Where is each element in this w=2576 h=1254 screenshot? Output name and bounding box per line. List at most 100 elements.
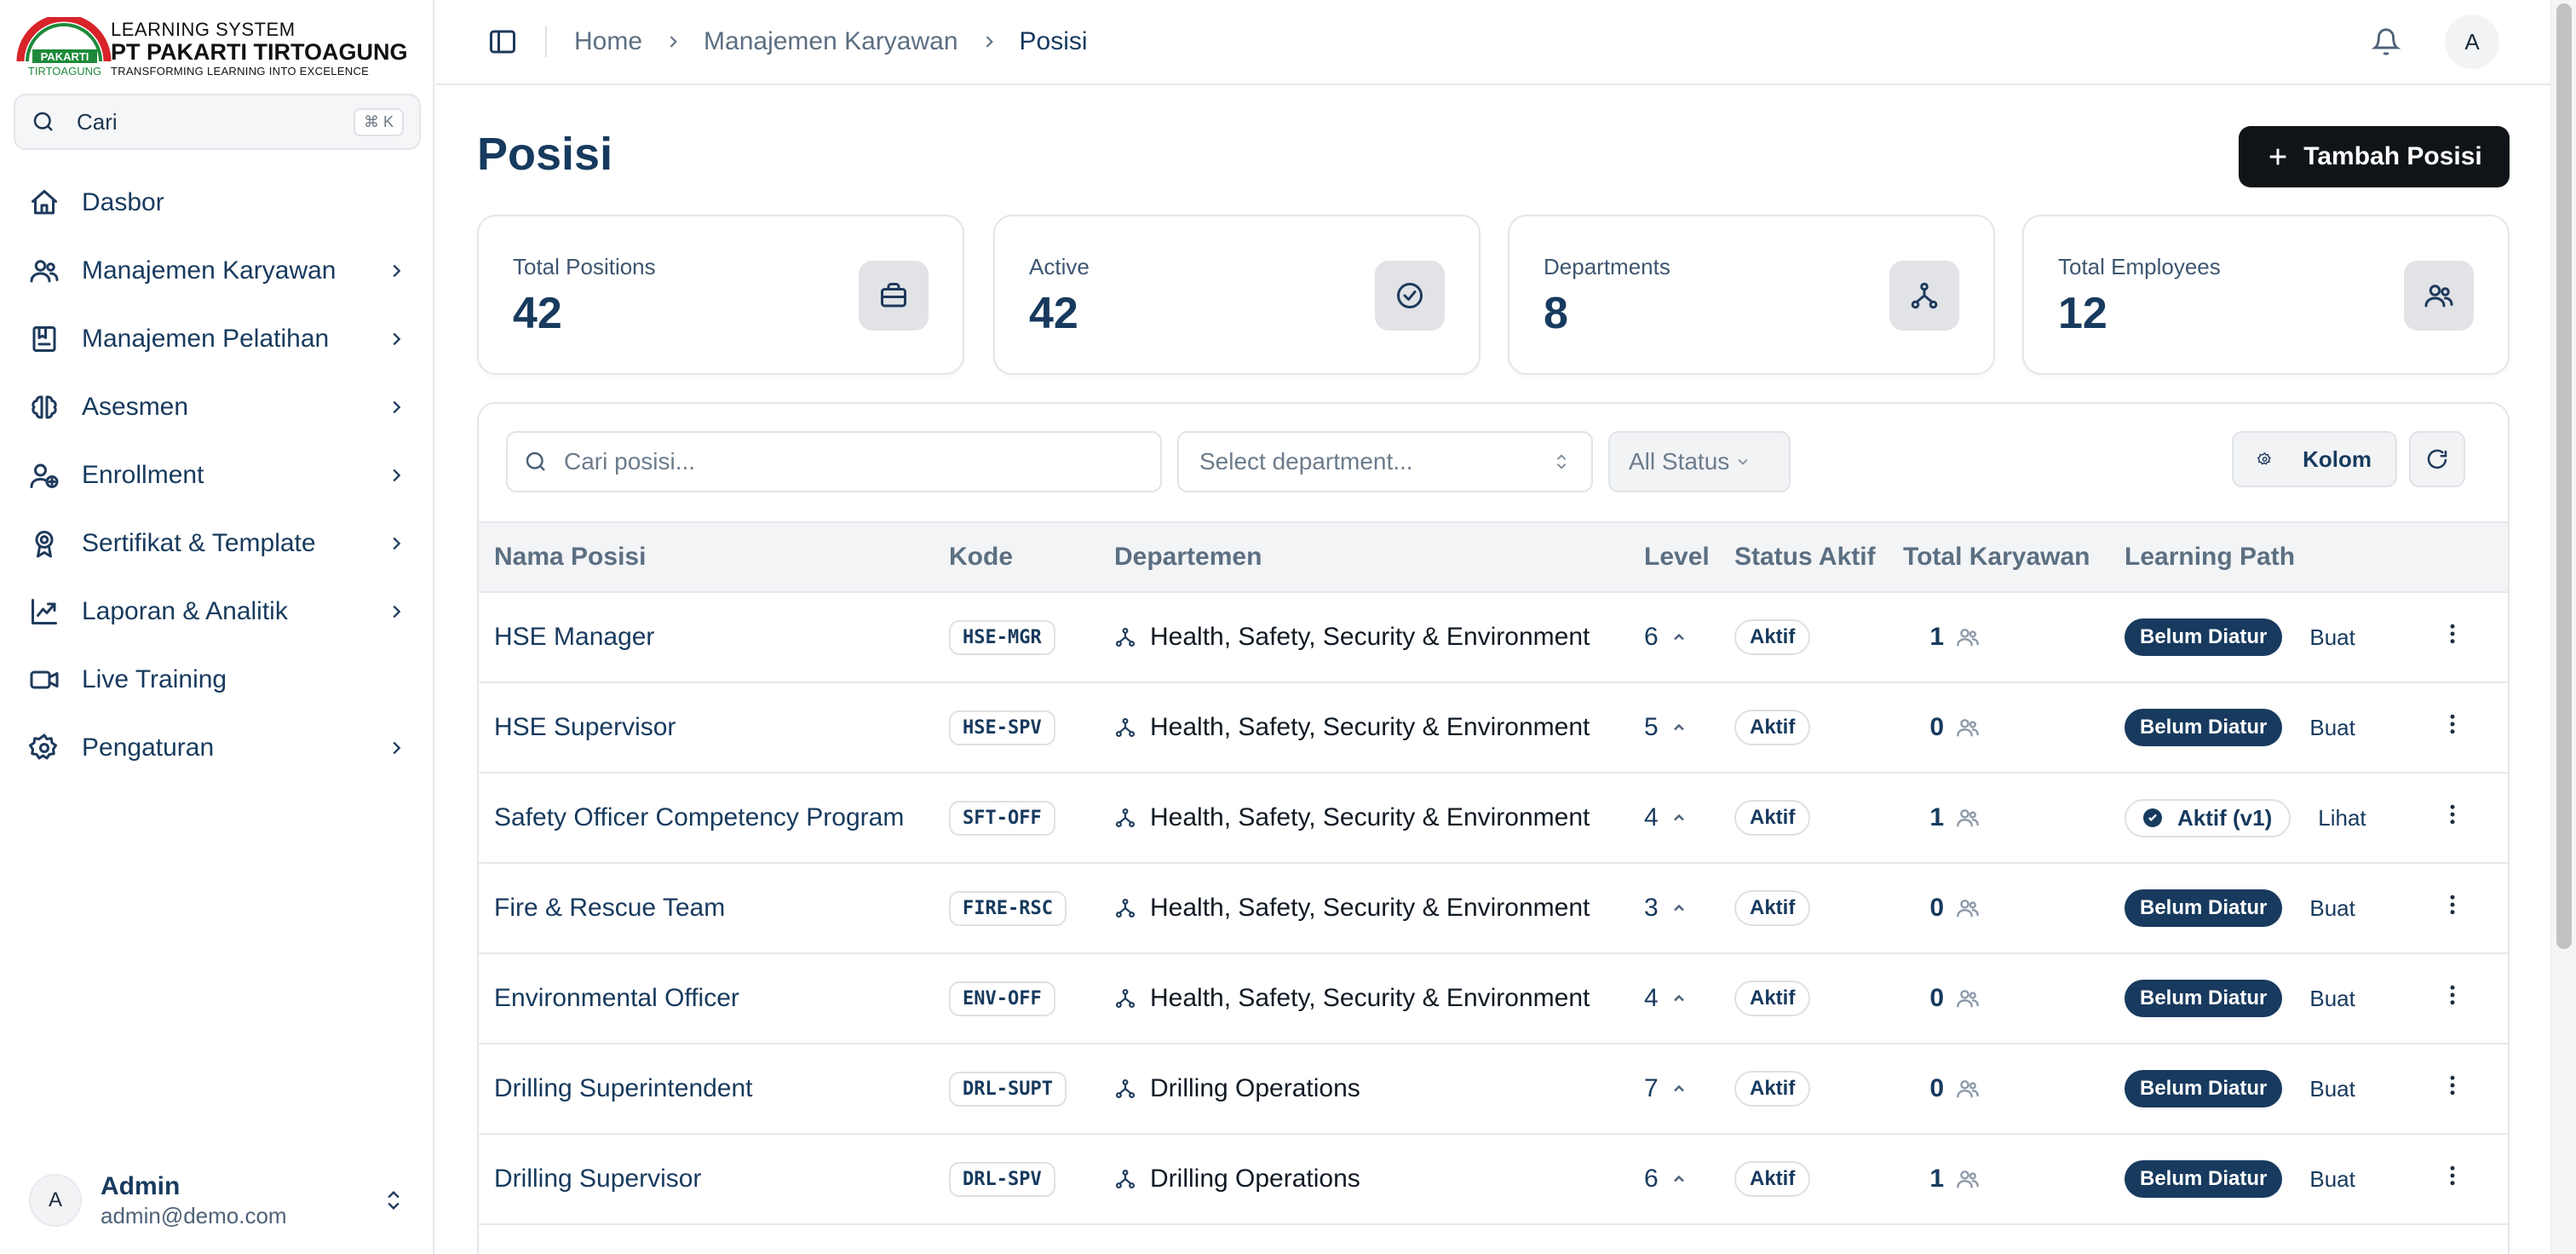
sidebar-item-label: Manajemen Pelatihan [82, 325, 330, 353]
chevron-up-icon [1673, 723, 1684, 731]
learning-path-unset-badge: Belum Diatur [2125, 980, 2283, 1017]
page-title: Posisi [477, 129, 613, 180]
brand-line-2: PT PAKARTI TIRTOAGUNG [111, 39, 408, 65]
col-learning-path[interactable]: Learning Path [2125, 521, 2440, 593]
learning-path-create-link[interactable]: Buat [2309, 1076, 2355, 1102]
position-search-input[interactable]: Cari posisi... [506, 431, 1162, 492]
columns-button[interactable]: Kolom [2232, 431, 2397, 487]
sidebar-item-enrollment[interactable]: Enrollment [14, 441, 421, 509]
position-code: HSE-SPV [949, 710, 1055, 745]
learning-path-create-link[interactable]: Buat [2309, 624, 2355, 651]
col-departemen[interactable]: Departemen [1114, 521, 1644, 593]
position-name-link[interactable]: Drilling Supervisor [494, 1165, 701, 1193]
learning-path-view-link[interactable]: Lihat [2318, 805, 2366, 831]
sidebar-item-manajemen-pelatihan[interactable]: Manajemen Pelatihan [14, 305, 421, 373]
sidebar-item-label: Dasbor [82, 188, 164, 216]
sidebar: PAKARTI TIRTOAGUNG LEARNING SYSTEM PT PA… [0, 0, 434, 1254]
home-icon [32, 190, 57, 215]
top-header: Home Manajemen Karyawan Posisi A [436, 0, 2550, 85]
table-row[interactable]: Safety Officer Competency Program SFT-OF… [479, 773, 2508, 864]
col-status-aktif[interactable]: Status Aktif [1734, 521, 1903, 593]
chevrons-up-down-icon [388, 1191, 400, 1210]
table-row[interactable]: Fire & Rescue Team FIRE-RSC Health, Safe… [479, 863, 2508, 954]
col-level[interactable]: Level [1644, 521, 1734, 593]
learning-path-create-link[interactable]: Buat [2309, 895, 2355, 922]
table-row[interactable]: Drilling Superintendent DRL-SUPT Drillin… [479, 1044, 2508, 1135]
add-position-label: Tambah Posisi [2303, 142, 2482, 170]
position-code: HSE-MGR [949, 619, 1055, 655]
employee-count: 1 [1929, 623, 1944, 651]
position-name-link[interactable]: Drilling Superintendent [494, 1074, 753, 1102]
search-placeholder: Cari posisi... [564, 448, 696, 475]
refresh-button[interactable] [2409, 431, 2465, 487]
learning-path-unset-badge: Belum Diatur [2125, 1160, 2283, 1198]
breadcrumb-home[interactable]: Home [574, 27, 642, 56]
more-vertical-icon[interactable] [2440, 892, 2465, 917]
stat-value: 42 [1029, 289, 1078, 338]
table-row[interactable]: Drilling Supervisor DRL-SPV Drilling Ope… [479, 1134, 2508, 1225]
sidebar-search[interactable]: Cari ⌘ K [14, 94, 421, 150]
user-name: Admin [101, 1171, 181, 1200]
chevron-right-icon [393, 469, 401, 482]
gear-icon [2257, 452, 2271, 465]
bell-icon[interactable] [2372, 27, 2401, 56]
sidebar-item-dasbor[interactable]: Dasbor [14, 169, 421, 237]
level-value: 4 [1644, 984, 1659, 1012]
learning-path-create-link[interactable]: Buat [2309, 1166, 2355, 1193]
brand-line-1: LEARNING SYSTEM [111, 19, 296, 40]
stat-card-departments: Departments 8 [1508, 215, 1995, 375]
position-code: DRL-SPV [949, 1161, 1055, 1197]
sidebar-item-label: Sertifikat & Template [82, 529, 316, 557]
chevrons-up-down-icon [1556, 454, 1567, 469]
position-name-link[interactable]: Environmental Officer [494, 984, 739, 1012]
col-total-karyawan[interactable]: Total Karyawan [1903, 521, 2125, 593]
employee-count: 0 [1929, 1074, 1944, 1102]
more-vertical-icon[interactable] [2440, 982, 2465, 1008]
stat-value: 12 [2058, 289, 2107, 338]
status-select[interactable]: All Status [1608, 431, 1791, 492]
sidebar-item-live-training[interactable]: Live Training [14, 646, 421, 714]
users-icon [1957, 900, 1979, 917]
position-name-link[interactable]: HSE Supervisor [494, 713, 676, 741]
position-name-link[interactable]: Safety Officer Competency Program [494, 803, 904, 831]
table-row[interactable]: Environmental Officer ENV-OFF Health, Sa… [479, 953, 2508, 1044]
position-name-link[interactable]: HSE Manager [494, 623, 654, 651]
sidebar-item-pengaturan[interactable]: Pengaturan [14, 714, 421, 782]
chevron-right-icon [393, 332, 401, 346]
more-vertical-icon[interactable] [2440, 711, 2465, 737]
department-name: Health, Safety, Security & Environment [1150, 623, 1590, 651]
more-vertical-icon[interactable] [2440, 802, 2465, 827]
scrollbar-thumb[interactable] [2556, 3, 2572, 949]
page-scrollbar[interactable] [2550, 0, 2576, 1254]
chevron-right-icon [393, 605, 401, 618]
department-select[interactable]: Select department... [1177, 431, 1593, 492]
header-divider [545, 26, 547, 57]
sidebar-item-manajemen-karyawan[interactable]: Manajemen Karyawan [14, 237, 421, 305]
col-kode[interactable]: Kode [949, 521, 1114, 593]
department-name: Health, Safety, Security & Environment [1150, 984, 1590, 1012]
more-vertical-icon[interactable] [2440, 621, 2465, 647]
sidebar-item-label: Laporan & Analitik [82, 597, 288, 625]
more-vertical-icon[interactable] [2440, 1163, 2465, 1188]
sidebar-item-sertifikat-template[interactable]: Sertifikat & Template [14, 509, 421, 578]
table-row[interactable]: HSE Supervisor HSE-SPV Health, Safety, S… [479, 682, 2508, 774]
sidebar-toggle-icon[interactable] [487, 26, 518, 57]
header-avatar[interactable]: A [2445, 14, 2499, 69]
status-badge: Aktif [1734, 890, 1811, 926]
position-code: SFT-OFF [949, 800, 1055, 836]
company-logo[interactable]: PAKARTI TIRTOAGUNG LEARNING SYSTEM PT PA… [15, 15, 416, 80]
sidebar-item-asesmen[interactable]: Asesmen [14, 373, 421, 441]
user-menu[interactable]: A Admin admin@demo.com [14, 1162, 421, 1239]
learning-path-create-link[interactable]: Buat [2309, 986, 2355, 1012]
add-position-button[interactable]: Tambah Posisi [2239, 126, 2510, 187]
col-nama-posisi[interactable]: Nama Posisi [479, 521, 949, 593]
position-name-link[interactable]: Fire & Rescue Team [494, 894, 725, 922]
learning-path-unset-badge: Belum Diatur [2125, 889, 2283, 927]
stat-card-total-positions: Total Positions 42 [477, 215, 964, 375]
table-row[interactable]: HSE Manager HSE-MGR Health, Safety, Secu… [479, 592, 2508, 683]
learning-path-create-link[interactable]: Buat [2309, 715, 2355, 741]
more-vertical-icon[interactable] [2440, 1073, 2465, 1098]
sidebar-item-laporan-analitik[interactable]: Laporan & Analitik [14, 578, 421, 646]
network-icon [1115, 988, 1136, 1009]
breadcrumb-manajemen-karyawan[interactable]: Manajemen Karyawan [704, 27, 958, 56]
